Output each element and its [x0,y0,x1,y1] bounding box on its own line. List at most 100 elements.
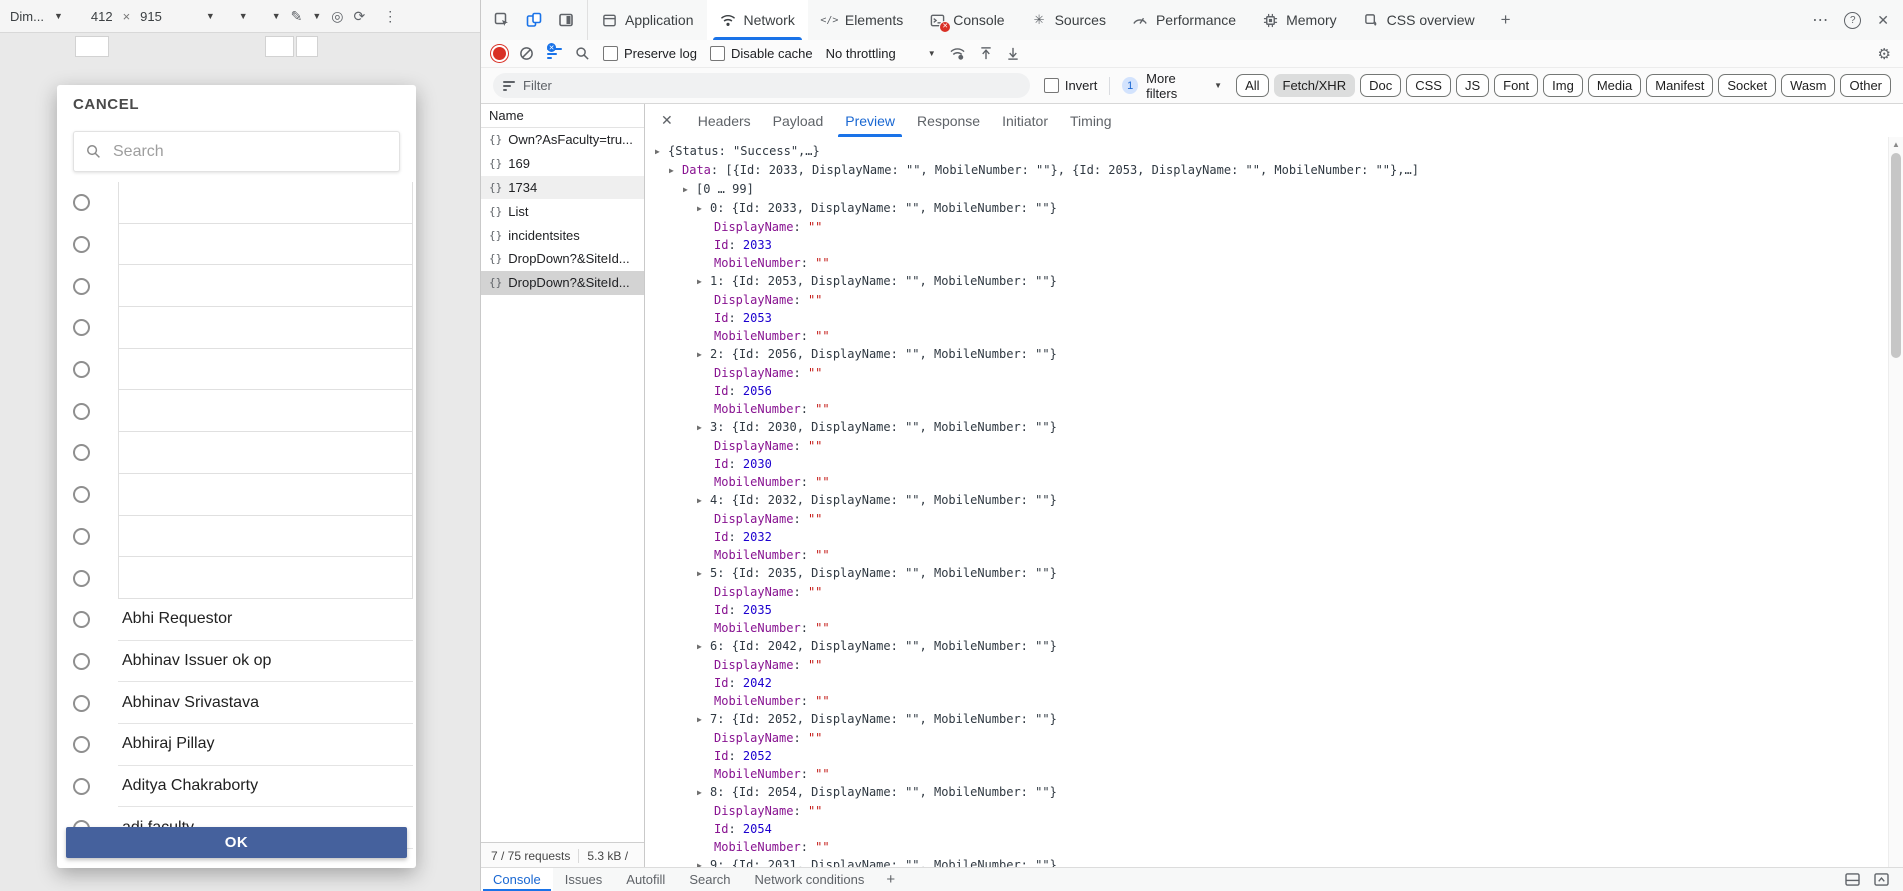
list-item[interactable] [57,349,416,391]
tree-line[interactable]: MobileNumber: "" [645,327,1889,345]
network-settings-gear-icon[interactable]: ⚙ [1878,45,1891,63]
detail-tab-payload[interactable]: Payload [762,104,835,137]
chevron-down-icon[interactable]: ▼ [54,11,63,21]
list-item[interactable] [57,265,416,307]
scrollbar-thumb[interactable] [1891,153,1901,358]
drawer-tab-console[interactable]: Console [481,868,553,891]
tab-performance[interactable]: Performance [1119,0,1249,40]
radio-button[interactable] [73,444,90,461]
search-icon[interactable] [575,46,590,61]
filter-chip-media[interactable]: Media [1588,74,1641,97]
export-har-icon[interactable] [1006,46,1020,61]
stylus-icon[interactable]: ✎ [291,8,303,25]
close-detail-icon[interactable]: ✕ [645,104,687,137]
preview-scrollbar[interactable]: ▲ [1888,137,1903,868]
list-item[interactable] [57,432,416,474]
import-har-icon[interactable] [979,46,993,61]
tree-line[interactable]: MobileNumber: "" [645,400,1889,418]
filter-chip-js[interactable]: JS [1456,74,1489,97]
throttle-select-caret-icon[interactable]: ▼ [239,11,248,21]
disclosure-triangle-icon[interactable]: ▶ [669,162,682,180]
tab-console[interactable]: ✕Console [916,0,1017,40]
list-item[interactable]: Abhinav Issuer ok op [57,641,416,683]
tab-memory[interactable]: Memory [1249,0,1350,40]
request-row[interactable]: {}DropDown?&SiteId... [481,271,644,295]
stylus-caret-icon[interactable]: ▼ [312,11,321,21]
tab-elements[interactable]: </>Elements [808,0,916,40]
tree-line[interactable]: DisplayName: "" [645,583,1889,601]
radio-button[interactable] [73,403,90,420]
request-row[interactable]: {}List [481,199,644,223]
radio-button[interactable] [73,361,90,378]
preserve-log-checkbox[interactable]: Preserve log [603,46,697,61]
scroll-up-icon[interactable]: ▲ [1889,140,1903,149]
request-row[interactable]: {}incidentsites [481,223,644,247]
list-item[interactable] [57,516,416,558]
filter-chip-doc[interactable]: Doc [1360,74,1401,97]
drawer-tab-issues[interactable]: Issues [553,868,615,891]
radio-button[interactable] [73,528,90,545]
disclosure-triangle-icon[interactable]: ▶ [655,143,668,161]
list-item[interactable] [57,307,416,349]
disclosure-triangle-icon[interactable]: ▶ [697,565,710,583]
filter-chip-wasm[interactable]: Wasm [1781,74,1835,97]
checkbox-icon[interactable] [1044,78,1059,93]
tree-line[interactable]: ▶3: {Id: 2030, DisplayName: "", MobileNu… [645,418,1889,437]
tab-css-overview[interactable]: CSS overview [1350,0,1488,40]
tree-line[interactable]: ▶0: {Id: 2033, DisplayName: "", MobileNu… [645,199,1889,218]
tree-line[interactable]: DisplayName: "" [645,656,1889,674]
disclosure-triangle-icon[interactable]: ▶ [697,419,710,437]
more-menu-icon[interactable]: ⋯ [1812,10,1828,30]
request-row[interactable]: {}1734 [481,176,644,200]
radio-button[interactable] [73,278,90,295]
list-item[interactable]: Abhiraj Pillay [57,724,416,766]
list-item[interactable]: Abhi Requestor [57,599,416,641]
tree-line[interactable]: Id: 2053 [645,309,1889,327]
disclosure-triangle-icon[interactable]: ▶ [683,181,696,199]
drawer-tab-search[interactable]: Search [677,868,742,891]
add-drawer-tab-button[interactable]: + [876,868,905,891]
tree-line[interactable]: DisplayName: "" [645,802,1889,820]
focus-ring-icon[interactable]: ◎ [331,8,343,25]
tree-line[interactable]: Id: 2032 [645,528,1889,546]
tree-line[interactable]: DisplayName: "" [645,510,1889,528]
list-item[interactable] [57,182,416,224]
tree-line[interactable]: Id: 2056 [645,382,1889,400]
tree-line[interactable]: Id: 2054 [645,820,1889,838]
more-options-icon[interactable]: ⋮ [383,8,397,25]
tree-line[interactable]: MobileNumber: "" [645,254,1889,272]
filter-chip-socket[interactable]: Socket [1718,74,1776,97]
record-icon[interactable] [493,47,506,60]
tree-line[interactable]: ▶4: {Id: 2032, DisplayName: "", MobileNu… [645,491,1889,510]
network-conditions-icon[interactable] [949,46,966,61]
radio-button[interactable] [73,653,90,670]
tree-line[interactable]: DisplayName: "" [645,364,1889,382]
radio-button[interactable] [73,194,90,211]
radio-button[interactable] [73,236,90,253]
tree-line[interactable]: Id: 2030 [645,455,1889,473]
tree-line[interactable]: MobileNumber: "" [645,619,1889,637]
tree-line[interactable]: MobileNumber: "" [645,473,1889,491]
checkbox-icon[interactable] [603,46,618,61]
tree-line[interactable]: DisplayName: "" [645,291,1889,309]
toggle-device-toolbar-icon[interactable] [525,11,543,29]
disclosure-triangle-icon[interactable]: ▶ [697,273,710,291]
inspect-element-icon[interactable] [493,11,511,29]
zoom-select-caret-icon[interactable]: ▼ [206,11,215,21]
list-item[interactable] [57,390,416,432]
checkbox-icon[interactable] [710,46,725,61]
request-list-header[interactable]: Name [481,104,644,128]
radio-button[interactable] [73,319,90,336]
tree-line[interactable]: ▶5: {Id: 2035, DisplayName: "", MobileNu… [645,564,1889,583]
list-item[interactable] [57,557,416,599]
radio-button[interactable] [73,778,90,795]
add-tab-button[interactable]: + [1488,0,1524,40]
more-filters-button[interactable]: More filters [1146,71,1206,101]
disclosure-triangle-icon[interactable]: ▶ [697,492,710,510]
viewport-height-value[interactable]: 915 [140,9,162,24]
tab-sources[interactable]: ✳Sources [1018,0,1119,40]
disclosure-triangle-icon[interactable]: ▶ [697,200,710,218]
filter-chip-all[interactable]: All [1236,74,1268,97]
tree-line[interactable]: DisplayName: "" [645,218,1889,236]
radio-button[interactable] [73,486,90,503]
